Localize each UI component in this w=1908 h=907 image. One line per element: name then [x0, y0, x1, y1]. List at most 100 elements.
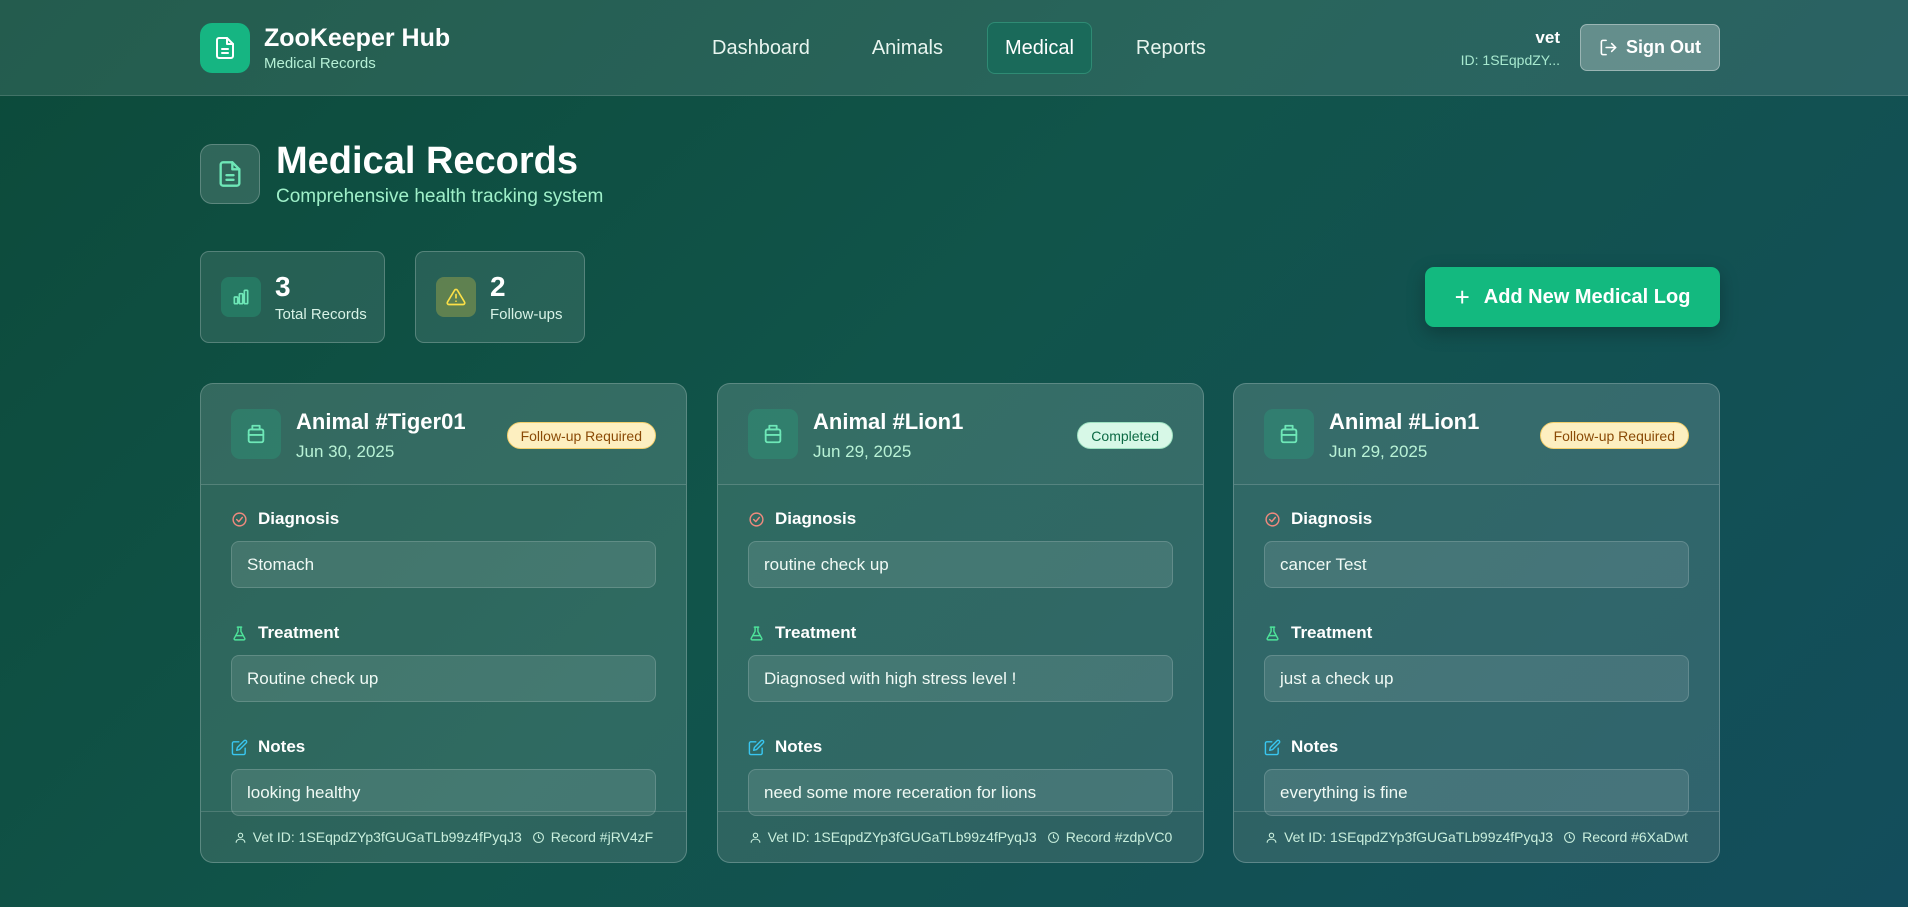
user-id: ID: 1SEqpdZY... — [1460, 52, 1560, 68]
edit-icon — [231, 739, 248, 755]
add-medical-log-label: Add New Medical Log — [1483, 285, 1691, 308]
notes-label-text: Notes — [1291, 737, 1339, 756]
card-header: Animal #Lion1 Jun 29, 2025 Completed — [718, 384, 1203, 485]
notes-value: looking healthy — [231, 769, 656, 816]
document-icon — [200, 144, 260, 204]
treatment-label: Treatment — [1264, 623, 1689, 643]
treatment-label-text: Treatment — [775, 623, 857, 642]
document-icon — [200, 23, 250, 73]
vet-id: Vet ID: 1SEqpdZYp3fGUGaTLb99z4fPyqJ3 — [252, 829, 522, 845]
user-name: vet — [1535, 28, 1560, 47]
user-icon — [750, 832, 761, 843]
notes-value: everything is fine — [1264, 769, 1689, 816]
stat-label: Follow-ups — [490, 305, 563, 323]
animal-name: Animal #Tiger01 — [296, 409, 466, 434]
vet-id: Vet ID: 1SEqpdZYp3fGUGaTLb99z4fPyqJ3 — [1284, 829, 1554, 845]
card-header: Animal #Lion1 Jun 29, 2025 Follow-up Req… — [1234, 384, 1719, 485]
card-footer: Vet ID: 1SEqpdZYp3fGUGaTLb99z4fPyqJ3 Rec… — [201, 811, 686, 862]
user-icon — [1266, 832, 1277, 843]
medical-record-card: Animal #Tiger01 Jun 30, 2025 Follow-up R… — [200, 383, 687, 863]
bar-chart-icon — [221, 277, 261, 317]
plus-icon: + — [1454, 282, 1470, 312]
record-id: Record #zdpVC0 — [1065, 829, 1173, 845]
card-footer: Vet ID: 1SEqpdZYp3fGUGaTLb99z4fPyqJ3 Rec… — [1234, 811, 1719, 862]
treatment-value: Diagnosed with high stress level ! — [748, 655, 1173, 702]
record-date: Jun 29, 2025 — [813, 442, 912, 461]
nav-reports[interactable]: Reports — [1118, 22, 1224, 74]
notes-label: Notes — [748, 737, 1173, 757]
sign-out-button[interactable]: Sign Out — [1580, 24, 1720, 71]
diagnosis-value: cancer Test — [1264, 541, 1689, 588]
animal-name: Animal #Lion1 — [813, 409, 964, 434]
record-id: Record #jRV4zF — [550, 829, 654, 845]
medical-record-card: Animal #Lion1 Jun 29, 2025 Follow-up Req… — [1233, 383, 1720, 863]
sign-out-label: Sign Out — [1626, 37, 1701, 57]
stat-label: Total Records — [275, 305, 367, 323]
medical-kit-icon — [748, 409, 798, 459]
brand[interactable]: ZooKeeper Hub Medical Records — [200, 23, 450, 73]
stat-follow-ups: 2 Follow-ups — [415, 251, 585, 343]
main-nav: Dashboard Animals Medical Reports — [694, 22, 1250, 74]
treatment-label: Treatment — [231, 623, 656, 643]
treatment-label-text: Treatment — [1291, 623, 1373, 642]
stat-total-records: 3 Total Records — [200, 251, 385, 343]
nav-dashboard[interactable]: Dashboard — [694, 22, 828, 74]
card-footer: Vet ID: 1SEqpdZYp3fGUGaTLb99z4fPyqJ3 Rec… — [718, 811, 1203, 862]
page-subtitle: Comprehensive health tracking system — [276, 186, 604, 207]
stat-value: 3 — [275, 270, 291, 302]
status-badge: Completed — [1077, 422, 1173, 449]
clock-icon — [532, 831, 544, 843]
diagnosis-value: Stomach — [231, 541, 656, 588]
medical-kit-icon — [1264, 409, 1314, 459]
status-badge: Follow-up Required — [1539, 422, 1689, 449]
check-circle-icon — [232, 511, 247, 527]
diagnosis-label-text: Diagnosis — [258, 509, 340, 528]
medical-kit-icon — [231, 409, 281, 459]
vet-id: Vet ID: 1SEqpdZYp3fGUGaTLb99z4fPyqJ3 — [767, 829, 1037, 845]
notes-value: need some more receration for lions — [748, 769, 1173, 816]
brand-subtitle: Medical Records — [264, 55, 376, 72]
top-navigation-bar: ZooKeeper Hub Medical Records Dashboard … — [0, 0, 1908, 96]
edit-icon — [1264, 739, 1281, 755]
clock-icon — [1047, 831, 1059, 843]
nav-animals[interactable]: Animals — [854, 22, 961, 74]
record-date: Jun 29, 2025 — [1329, 442, 1428, 461]
flask-icon — [750, 625, 763, 641]
diagnosis-label: Diagnosis — [1264, 509, 1689, 529]
edit-icon — [748, 739, 765, 755]
card-header: Animal #Tiger01 Jun 30, 2025 Follow-up R… — [201, 384, 686, 485]
diagnosis-value: routine check up — [748, 541, 1173, 588]
stat-value: 2 — [490, 270, 506, 302]
notes-label: Notes — [231, 737, 656, 757]
medical-record-card: Animal #Lion1 Jun 29, 2025 Completed Dia… — [717, 383, 1204, 863]
status-badge: Follow-up Required — [506, 422, 656, 449]
clock-icon — [1564, 831, 1576, 843]
treatment-label: Treatment — [748, 623, 1173, 643]
record-id: Record #6XaDwt — [1582, 829, 1688, 845]
page-heading: Medical Records Comprehensive health tra… — [200, 140, 603, 208]
user-info: vet ID: 1SEqpdZY... — [1461, 28, 1560, 68]
nav-medical[interactable]: Medical — [986, 22, 1092, 74]
notes-label-text: Notes — [258, 737, 306, 756]
diagnosis-label-text: Diagnosis — [1291, 509, 1373, 528]
record-date: Jun 30, 2025 — [296, 442, 395, 461]
treatment-value: Routine check up — [231, 655, 656, 702]
page-title: Medical Records — [276, 140, 578, 182]
warning-icon — [436, 277, 476, 317]
diagnosis-label: Diagnosis — [231, 509, 656, 529]
notes-label: Notes — [1264, 737, 1689, 757]
flask-icon — [233, 625, 246, 641]
diagnosis-label: Diagnosis — [748, 509, 1173, 529]
notes-label-text: Notes — [775, 737, 823, 756]
sign-out-icon — [1600, 39, 1617, 56]
check-circle-icon — [1265, 511, 1280, 527]
flask-icon — [1266, 625, 1279, 641]
animal-name: Animal #Lion1 — [1329, 409, 1480, 434]
check-circle-icon — [749, 511, 764, 527]
add-medical-log-button[interactable]: + Add New Medical Log — [1425, 267, 1720, 327]
diagnosis-label-text: Diagnosis — [775, 509, 857, 528]
user-icon — [235, 832, 246, 843]
brand-title: ZooKeeper Hub — [264, 24, 451, 52]
treatment-label-text: Treatment — [258, 623, 340, 642]
treatment-value: just a check up — [1264, 655, 1689, 702]
